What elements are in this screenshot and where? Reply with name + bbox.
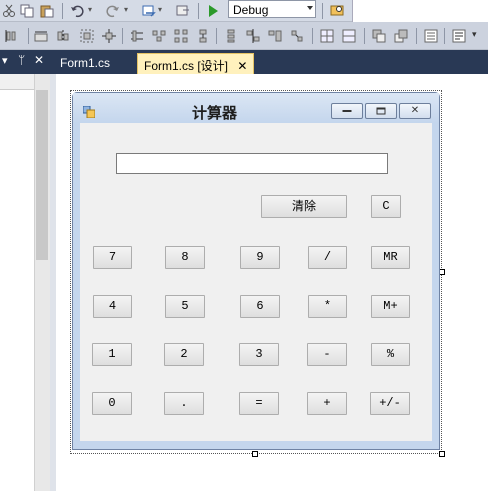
tab-label: Form1.cs [60, 56, 111, 70]
multiply-button[interactable]: * [308, 295, 347, 318]
navigate-icon[interactable] [142, 4, 156, 18]
redo-icon[interactable] [106, 4, 120, 18]
digit-8-button[interactable]: 8 [165, 246, 205, 269]
align-rights-icon[interactable] [56, 29, 70, 43]
cut-icon[interactable] [2, 4, 16, 18]
tab-label: Form1.cs [设计] [144, 59, 229, 73]
close-icon[interactable]: ✕ [237, 59, 247, 73]
bring-to-front-icon[interactable] [320, 29, 334, 43]
tab-order-icon[interactable] [372, 29, 386, 43]
memory-add-button[interactable]: M+ [371, 295, 410, 318]
scrollbar-thumb[interactable] [36, 90, 48, 260]
make-same-width-icon[interactable] [152, 29, 166, 43]
vertical-spacing-icon[interactable] [224, 29, 238, 43]
view-code-icon[interactable] [424, 29, 438, 43]
horizontal-spacing-icon[interactable] [196, 29, 210, 43]
copy-icon[interactable] [20, 4, 34, 18]
digit-6-button[interactable]: 6 [240, 295, 280, 318]
align-middles-icon[interactable] [102, 29, 116, 43]
resize-handle-bottom[interactable] [252, 451, 258, 457]
equals-button[interactable]: = [239, 392, 279, 415]
chevron-down-icon [307, 6, 313, 10]
align-bottoms-icon[interactable] [130, 29, 144, 43]
minimize-icon [342, 110, 352, 112]
resize-handle-corner[interactable] [439, 451, 445, 457]
clear-button[interactable]: 清除 [261, 195, 347, 218]
find-in-files-icon[interactable] [330, 3, 344, 17]
tab-form1-cs-design[interactable]: Form1.cs [设计] ✕ [137, 53, 255, 74]
configuration-value: Debug [233, 3, 269, 17]
maximize-button[interactable] [365, 103, 397, 119]
negate-button[interactable]: +/- [370, 392, 410, 415]
subtract-button[interactable]: - [307, 343, 347, 366]
add-button[interactable]: + [307, 392, 347, 415]
tab-form1-cs[interactable]: Form1.cs [54, 53, 116, 74]
digit-5-button[interactable]: 5 [165, 295, 205, 318]
center-vertically-icon[interactable] [268, 29, 282, 43]
document-tab-strip: ▾ ᛘ ✕ Form1.cs Form1.cs [设计] ✕ [0, 50, 488, 74]
display-textbox[interactable] [116, 153, 388, 174]
minimize-button[interactable] [331, 103, 363, 119]
send-to-back-icon[interactable] [342, 29, 356, 43]
paste-icon[interactable] [40, 4, 54, 18]
percent-button[interactable]: % [371, 343, 410, 366]
digit-0-button[interactable]: 0 [92, 392, 132, 415]
align-tops-icon[interactable] [80, 29, 94, 43]
digit-1-button[interactable]: 1 [92, 343, 132, 366]
form-title-bar: 计算器 ✕ [73, 93, 439, 123]
digit-3-button[interactable]: 3 [239, 343, 279, 366]
undo-icon[interactable] [70, 4, 84, 18]
solution-configuration-combo[interactable]: Debug [228, 0, 316, 18]
divide-button[interactable]: / [308, 246, 347, 269]
memory-recall-button[interactable]: MR [371, 246, 410, 269]
align-lefts-icon[interactable] [4, 29, 18, 43]
properties-icon[interactable] [452, 29, 466, 43]
standard-toolbar: ▾ ▾ ▾ Debug [0, 0, 488, 22]
panel-header [0, 74, 34, 90]
form-title: 计算器 [191, 105, 237, 122]
maximize-icon [376, 107, 386, 115]
lock-controls-icon[interactable] [394, 29, 408, 43]
publish-icon[interactable] [176, 4, 190, 18]
layout-toolbar: ▾ [0, 22, 488, 50]
digit-9-button[interactable]: 9 [240, 246, 280, 269]
align-centers-icon[interactable] [34, 29, 48, 43]
close-icon: ✕ [410, 105, 420, 116]
start-icon[interactable] [206, 4, 220, 18]
toolbar-overflow-icon[interactable]: ▾ [472, 29, 477, 40]
pin-icon[interactable]: ᛘ [18, 53, 25, 67]
panel-close-icon[interactable]: ✕ [34, 53, 44, 67]
c-button[interactable]: C [371, 195, 401, 218]
digit-4-button[interactable]: 4 [93, 295, 132, 318]
decimal-point-button[interactable]: . [164, 392, 204, 415]
size-to-grid-icon[interactable] [174, 29, 188, 43]
close-button[interactable]: ✕ [399, 103, 431, 119]
center-horizontally-icon[interactable] [246, 29, 260, 43]
overflow-icon-a[interactable] [290, 29, 304, 43]
digit-7-button[interactable]: 7 [93, 246, 132, 269]
digit-2-button[interactable]: 2 [164, 343, 204, 366]
panel-options-icon[interactable]: ▾ [2, 54, 8, 67]
